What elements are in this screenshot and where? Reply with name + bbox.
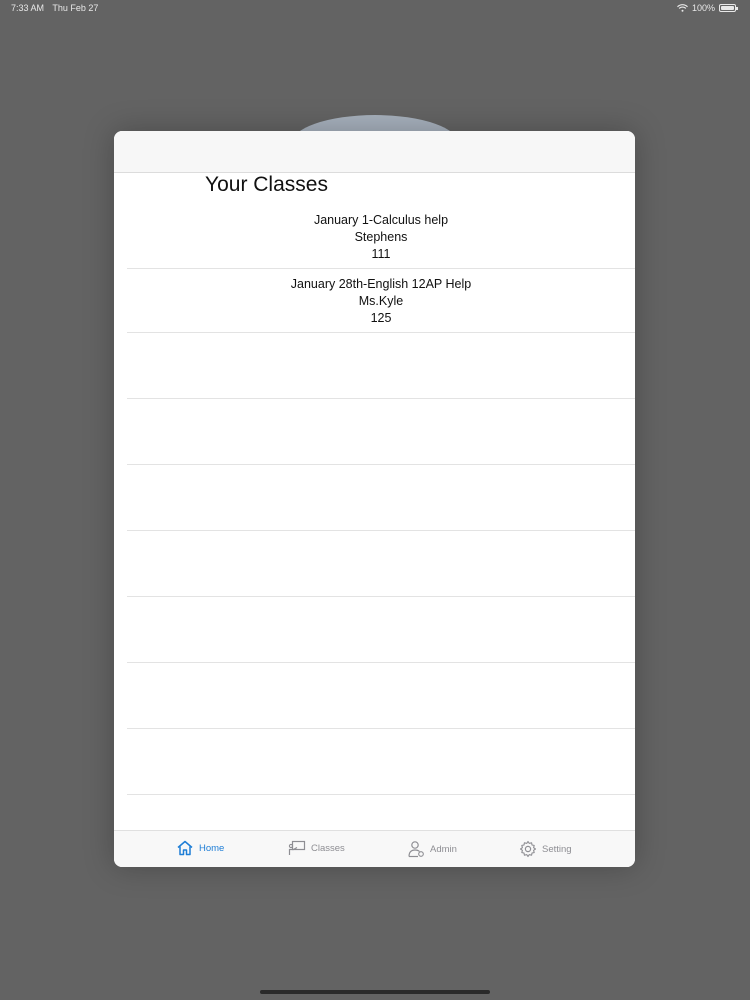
class-title: January 28th-English 12AP Help: [290, 277, 472, 291]
tab-setting[interactable]: Setting: [519, 840, 572, 858]
tab-label: Classes: [311, 842, 345, 854]
empty-row: [127, 333, 635, 399]
tab-label: Admin: [430, 843, 457, 855]
tab-admin[interactable]: Admin: [407, 840, 457, 858]
class-row[interactable]: January 28th-English 12AP Help Ms.Kyle 1…: [127, 269, 635, 333]
tab-home[interactable]: Home: [176, 840, 224, 856]
home-indicator[interactable]: [260, 990, 490, 994]
class-list: January 1-Calculus help Stephens 111 Jan…: [127, 205, 635, 795]
status-right: 100%: [677, 3, 738, 13]
admin-icon: [408, 841, 424, 858]
home-icon: [177, 840, 193, 856]
gear-icon: [519, 840, 537, 858]
tab-label: Setting: [542, 843, 572, 855]
tab-bar: Home Classes Admin Setting: [114, 830, 635, 867]
empty-row: [127, 531, 635, 597]
status-left: 7:33 AM Thu Feb 27: [11, 3, 104, 13]
battery-percent: 100%: [691, 3, 715, 13]
classroom-icon: [288, 840, 306, 855]
wifi-icon: [677, 4, 688, 12]
empty-row: [127, 729, 635, 795]
class-title: January 1-Calculus help: [313, 213, 449, 227]
empty-row: [127, 663, 635, 729]
tab-classes[interactable]: Classes: [288, 840, 345, 856]
class-room: 125: [370, 311, 392, 325]
modal-header: [114, 131, 635, 173]
tab-label: Home: [199, 842, 225, 854]
status-time: 7:33 AM: [11, 3, 45, 13]
empty-row: [127, 465, 635, 531]
empty-row: [127, 399, 635, 465]
class-teacher: Stephens: [354, 230, 408, 244]
class-teacher: Ms.Kyle: [358, 294, 404, 308]
status-bar: 7:33 AM Thu Feb 27 100%: [0, 0, 750, 18]
page-title: Your Classes: [205, 173, 328, 196]
status-date: Thu Feb 27: [52, 3, 99, 13]
classes-modal: Your Classes January 1-Calculus help Ste…: [114, 131, 635, 867]
class-room: 111: [371, 247, 391, 261]
battery-icon: [719, 4, 738, 12]
class-row[interactable]: January 1-Calculus help Stephens 111: [127, 205, 635, 269]
empty-row: [127, 597, 635, 663]
